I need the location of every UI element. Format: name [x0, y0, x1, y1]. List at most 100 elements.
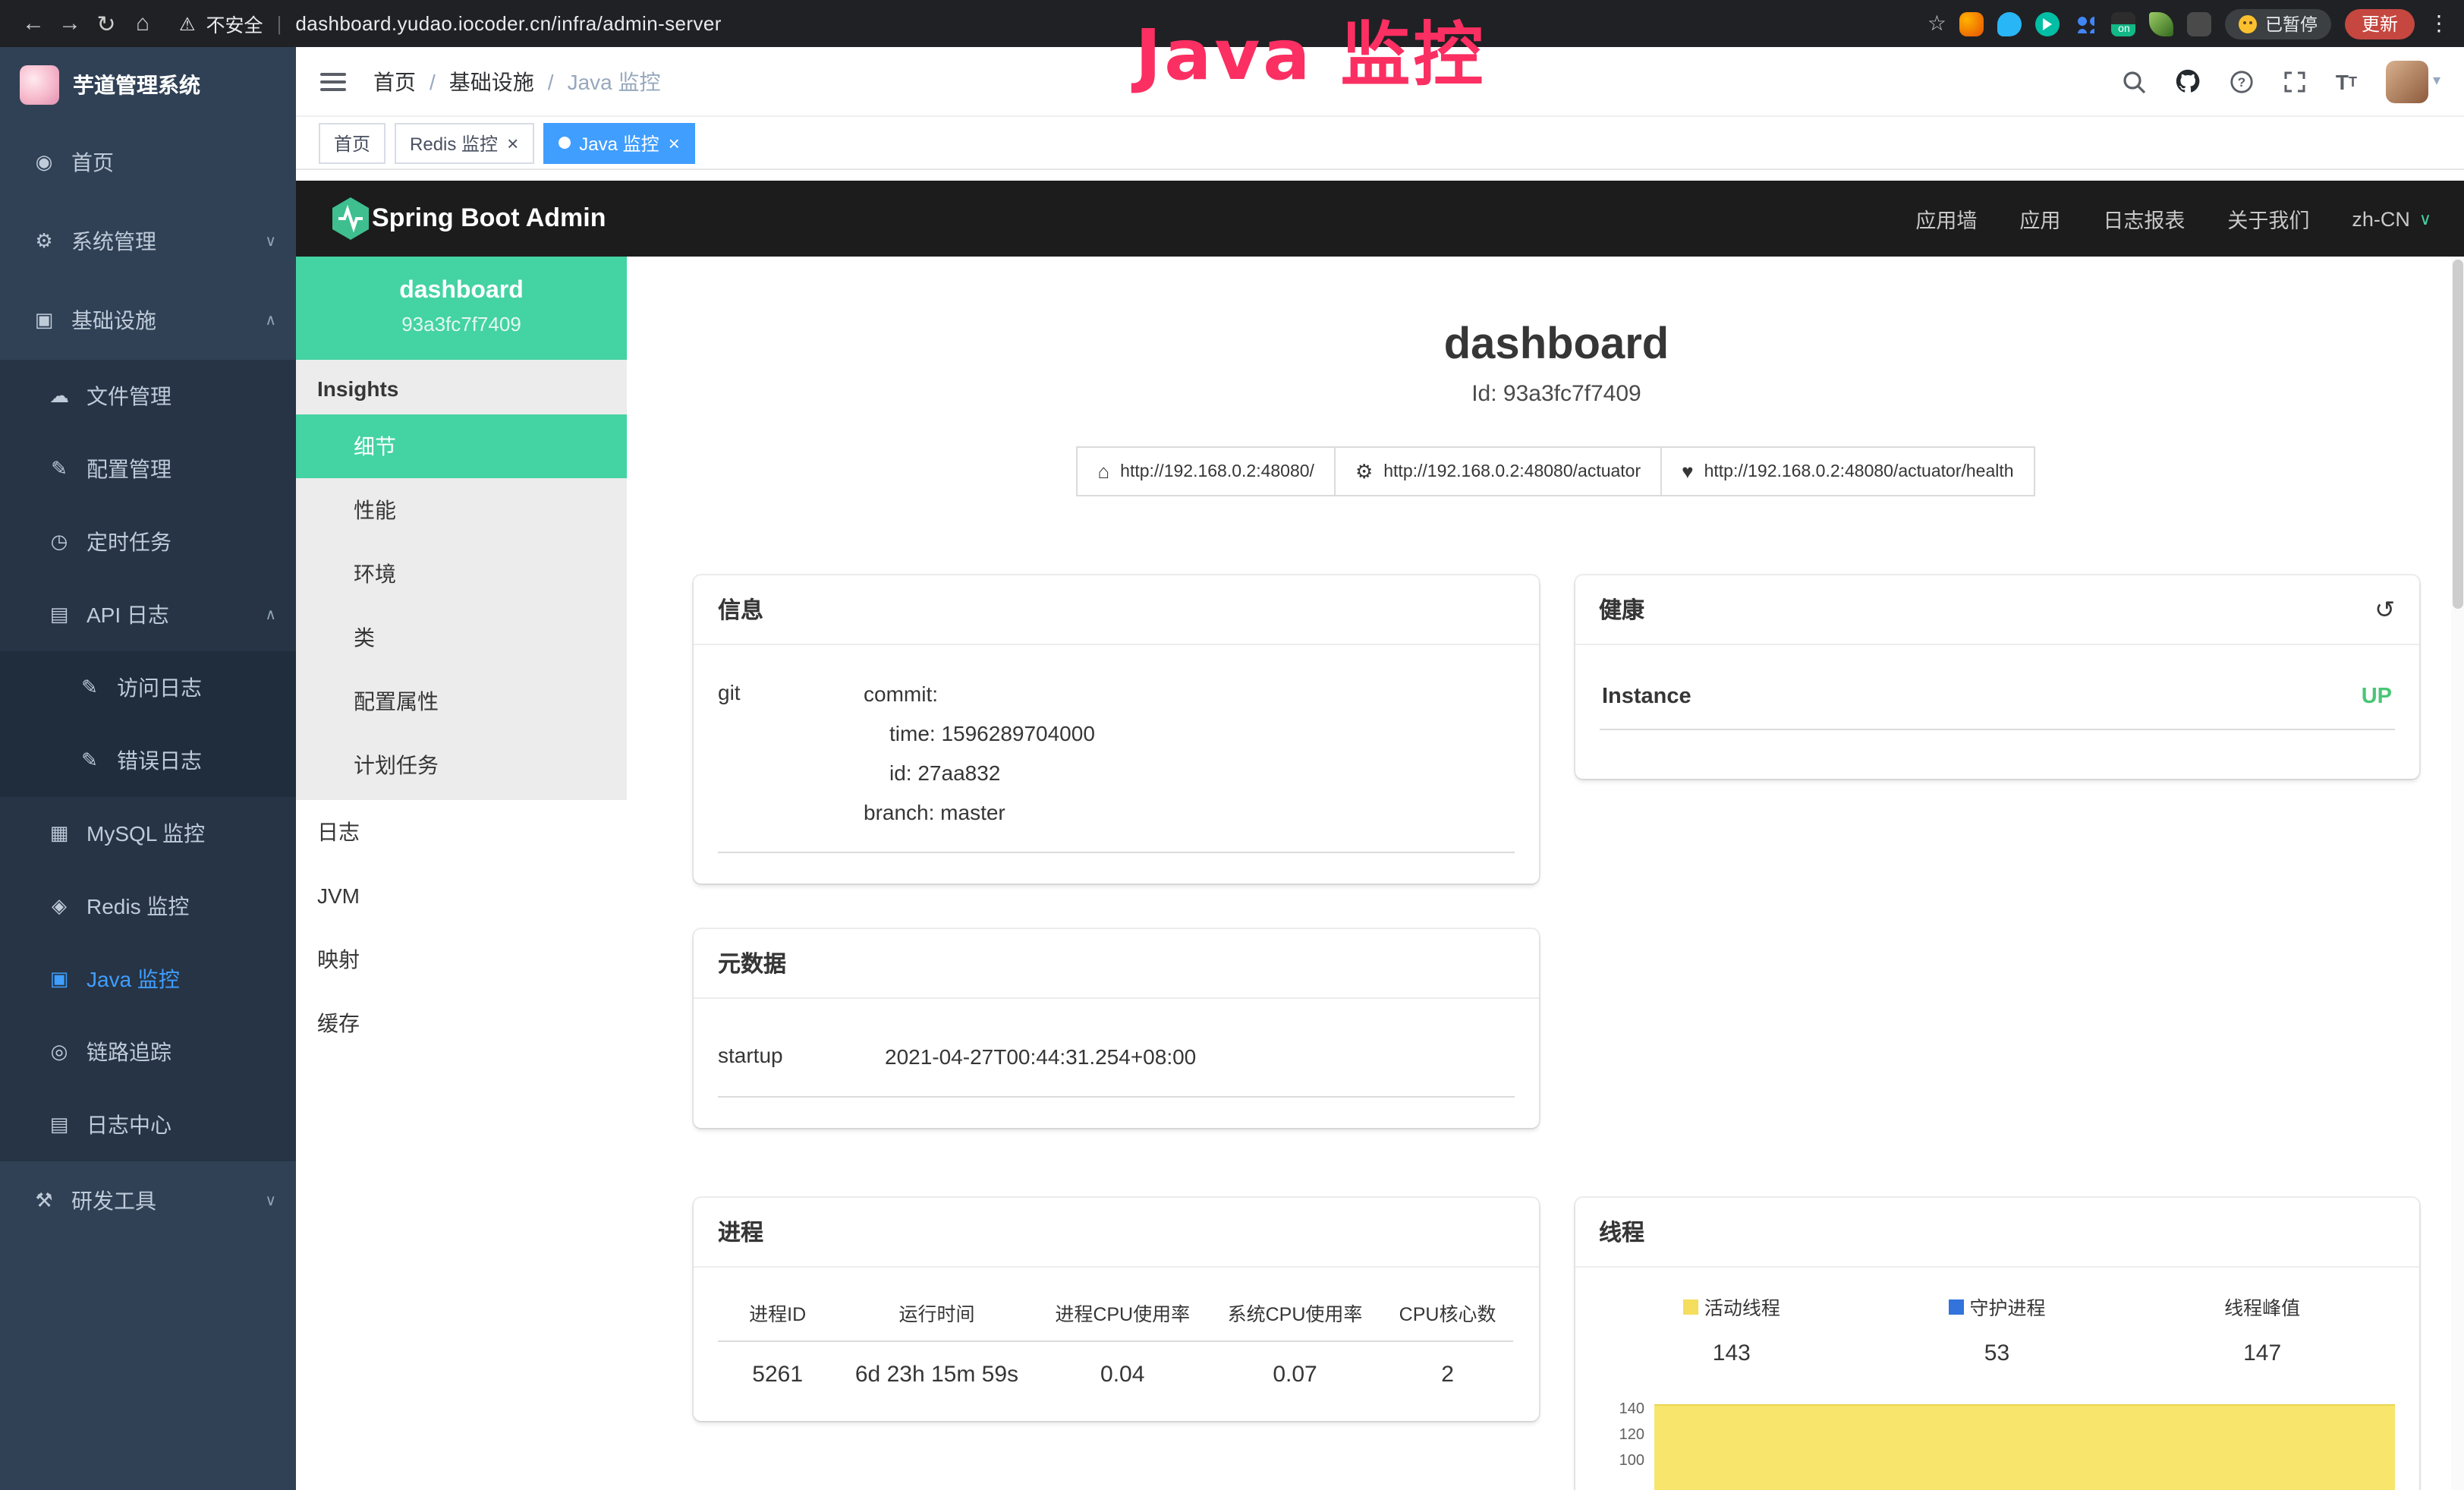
- sidebar-item-system-management[interactable]: ⚙ 系统管理 ∨: [0, 202, 296, 281]
- git-commit-line: commit:: [864, 676, 1514, 715]
- sidebar-item-scheduled-tasks[interactable]: ◷ 定时任务: [0, 506, 296, 578]
- sidebar-item-redis-monitor[interactable]: ◈ Redis 监控: [0, 870, 296, 943]
- breadcrumb-home[interactable]: 首页: [373, 66, 416, 96]
- droplet-extension-icon[interactable]: [1998, 11, 2022, 36]
- git-branch-line: branch: master: [864, 793, 1514, 833]
- update-button[interactable]: 更新: [2345, 8, 2415, 39]
- puzzle-extension-icon[interactable]: [2188, 11, 2212, 36]
- forward-icon[interactable]: →: [52, 11, 88, 36]
- threads-legend: 活动线程 143 守护进程: [1599, 1293, 2395, 1367]
- sba-nav-journal[interactable]: 日志报表: [2103, 203, 2185, 234]
- sidebar-item-infrastructure[interactable]: ▣ 基础设施 ∧: [0, 281, 296, 360]
- tab-java-monitor[interactable]: Java 监控 ×: [543, 122, 695, 163]
- git-id-line: id: 27aa832: [864, 754, 1514, 794]
- sba-nav-wallboard[interactable]: 应用墙: [1915, 203, 1977, 234]
- info-card: 信息 git commit: time: 1596289704000 id: 2…: [694, 575, 1538, 883]
- sba-item-environment[interactable]: 环境: [296, 542, 627, 606]
- y-tick: 120: [1619, 1423, 1644, 1449]
- sba-nav-about[interactable]: 关于我们: [2227, 203, 2309, 234]
- on-badge-extension-icon[interactable]: [2112, 11, 2136, 36]
- sidebar-item-label: Java 监控: [87, 964, 180, 994]
- service-url-link[interactable]: ⌂ http://192.168.0.2:48080/: [1076, 446, 1336, 496]
- sba-item-classes[interactable]: 类: [296, 606, 627, 669]
- bookmark-star-icon[interactable]: ☆: [1927, 11, 1946, 36]
- sidebar-item-dev-tools[interactable]: ⚒ 研发工具 ∨: [0, 1161, 296, 1240]
- teal-circle-extension-icon[interactable]: [2036, 11, 2060, 36]
- scrollbar-thumb[interactable]: [2453, 260, 2463, 609]
- history-icon[interactable]: ↺: [2374, 594, 2395, 625]
- tab-home[interactable]: 首页: [319, 122, 385, 163]
- tab-redis-monitor[interactable]: Redis 监控 ×: [395, 122, 533, 163]
- search-icon[interactable]: [2122, 69, 2146, 93]
- help-icon[interactable]: ?: [2230, 69, 2254, 93]
- sidebar-item-api-logs[interactable]: ▤ API 日志 ∧: [0, 578, 296, 651]
- legend-peak-threads: 线程峰值 147: [2129, 1293, 2395, 1367]
- sba-item-jvm[interactable]: JVM: [296, 864, 627, 928]
- sidebar-item-label: 定时任务: [87, 527, 172, 557]
- leaf-extension-icon[interactable]: [2150, 11, 2174, 36]
- svg-text:?: ?: [2238, 74, 2245, 89]
- brand-title: 芋道管理系统: [73, 70, 200, 100]
- sba-item-config-properties[interactable]: 配置属性: [296, 669, 627, 733]
- infrastructure-submenu: ☁ 文件管理 ✎ 配置管理 ◷ 定时任务 ▤ API 日志 ∧: [0, 360, 296, 1161]
- service-url-text: http://192.168.0.2:48080/: [1120, 462, 1314, 480]
- close-icon[interactable]: ×: [669, 133, 680, 153]
- font-size-icon[interactable]: TT: [2336, 69, 2357, 93]
- paused-badge[interactable]: 已暂停: [2226, 8, 2331, 39]
- sidebar-item-error-logs[interactable]: ✎ 错误日志: [0, 724, 296, 797]
- info-card-title: 信息: [694, 575, 1538, 645]
- sidebar-item-config-management[interactable]: ✎ 配置管理: [0, 433, 296, 506]
- sidebar-item-trace[interactable]: ◎ 链路追踪: [0, 1016, 296, 1088]
- close-icon[interactable]: ×: [507, 133, 518, 153]
- sba-item-scheduled-tasks[interactable]: 计划任务: [296, 733, 627, 797]
- fullscreen-icon[interactable]: [2283, 69, 2307, 93]
- browser-home-icon[interactable]: ⌂: [124, 11, 161, 36]
- scrollbar-track[interactable]: [2451, 257, 2464, 1490]
- trace-eye-icon: ◎: [46, 1040, 73, 1064]
- sidebar-item-mysql-monitor[interactable]: ▦ MySQL 监控: [0, 797, 296, 870]
- sba-item-performance[interactable]: 性能: [296, 478, 627, 542]
- sba-item-logs[interactable]: 日志: [296, 800, 627, 864]
- sidebar-item-java-monitor[interactable]: ▣ Java 监控: [0, 943, 296, 1016]
- chevron-up-icon: ∧: [265, 312, 276, 329]
- sba-logo[interactable]: [329, 196, 372, 241]
- sba-instance-id: 93a3fc7f7409: [308, 313, 615, 335]
- sidebar-item-log-center[interactable]: ▤ 日志中心: [0, 1088, 296, 1161]
- browser-menu-icon[interactable]: ⋮: [2428, 11, 2450, 36]
- refresh-icon[interactable]: ↻: [88, 10, 124, 37]
- chart-plot-area: [1654, 1394, 2395, 1490]
- sidebar-item-access-logs[interactable]: ✎ 访问日志: [0, 651, 296, 724]
- avatar-caret-icon: ▾: [2433, 73, 2440, 90]
- sba-item-caches[interactable]: 缓存: [296, 991, 627, 1055]
- sidebar-item-label: 配置管理: [87, 454, 172, 484]
- process-stat-label: CPU核心数: [1381, 1293, 1514, 1343]
- sba-language-select[interactable]: zh-CN ∨: [2352, 207, 2431, 230]
- legend-label: 守护进程: [1969, 1293, 2045, 1321]
- sba-item-details[interactable]: 细节: [296, 414, 627, 478]
- health-instance-row[interactable]: Instance UP: [1599, 669, 2395, 730]
- sba-instance-header[interactable]: dashboard 93a3fc7f7409: [296, 257, 627, 360]
- sidebar-item-home[interactable]: ◉ 首页: [0, 123, 296, 202]
- process-card: 进程 进程ID 运行时间 进程CPU使用率 系统CPU使用率 CPU核心数 52…: [694, 1199, 1538, 1422]
- dots-grid-extension-icon[interactable]: [2074, 11, 2098, 36]
- health-url-link[interactable]: ♥ http://192.168.0.2:48080/actuator/heal…: [1660, 446, 2034, 496]
- sba-insights-section: Insights 细节 性能 环境 类 配置属性 计划任务: [296, 360, 627, 800]
- mysql-icon: ▦: [46, 821, 73, 846]
- github-icon[interactable]: [2175, 68, 2201, 94]
- breadcrumb-infrastructure[interactable]: 基础设施: [449, 66, 534, 96]
- process-stat-value: 0.04: [1037, 1343, 1209, 1391]
- user-avatar[interactable]: ▾: [2386, 60, 2440, 102]
- sba-item-mappings[interactable]: 映射: [296, 928, 627, 991]
- legend-label: 活动线程: [1704, 1293, 1780, 1321]
- collapse-menu-icon[interactable]: [320, 72, 346, 90]
- sba-nav-applications[interactable]: 应用: [2019, 203, 2060, 234]
- avatar-image: [2386, 60, 2428, 102]
- actuator-url-link[interactable]: ⚙ http://192.168.0.2:48080/actuator: [1334, 446, 1662, 496]
- sidebar-item-file-management[interactable]: ☁ 文件管理: [0, 360, 296, 433]
- fox-extension-icon[interactable]: [1960, 11, 1984, 36]
- sidebar-item-label: MySQL 监控: [87, 818, 205, 849]
- sba-sidebar: dashboard 93a3fc7f7409 Insights 细节 性能 环境…: [296, 257, 627, 1490]
- address-bar[interactable]: ⚠ 不安全 | dashboard.yudao.iocoder.cn/infra…: [179, 9, 722, 38]
- back-icon[interactable]: ←: [15, 11, 52, 36]
- y-tick: 140: [1619, 1397, 1644, 1423]
